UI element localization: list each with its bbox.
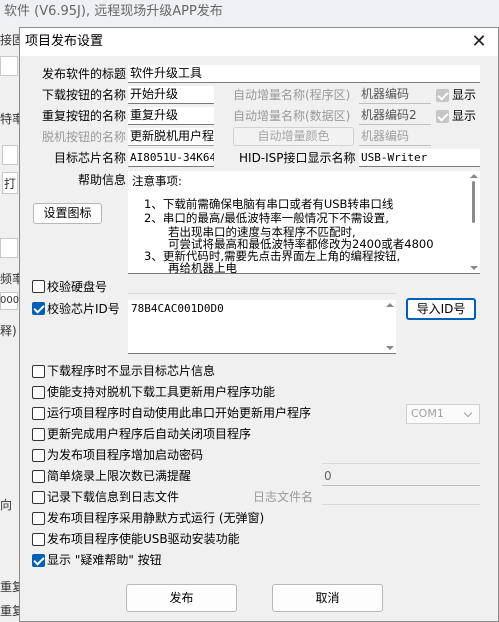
option-log-file-checkbox[interactable] [32, 491, 45, 504]
verify-disk-checkbox[interactable] [32, 280, 45, 293]
help-info-textarea[interactable]: 注意事项: 1、下载前需确保电脑有串口或者有USB转串口线 2、串口的最高/最低… [128, 171, 480, 275]
close-icon[interactable]: ✕ [466, 28, 492, 56]
cancel-button[interactable]: 取消 [272, 584, 383, 612]
log-file-name-label: 日志文件名 [253, 490, 314, 504]
option-auto-close-checkbox[interactable] [32, 428, 45, 441]
option-offline-update-label: 使能支持对脱机下载工具更新用户程序功能 [47, 385, 276, 399]
scroll-down-icon[interactable] [386, 346, 394, 350]
help-line: 再给机器上电 [168, 261, 237, 275]
option-usb-driver-checkbox[interactable] [32, 533, 45, 546]
com-port-select[interactable]: COM1 [406, 404, 480, 424]
offline-button-name-label: 脱机按钮的名称 [41, 130, 126, 144]
chip-id-scrollbar[interactable] [384, 300, 396, 353]
show-program-checkbox[interactable] [436, 89, 449, 102]
option-startup-password-checkbox[interactable] [32, 449, 45, 462]
bg-fragment-6: 释) [0, 324, 17, 338]
chevron-down-icon [463, 408, 473, 418]
startup-password-field [322, 448, 480, 464]
scroll-up-icon[interactable] [386, 303, 394, 307]
bg-combo-2 [0, 238, 18, 258]
verify-disk-label: 校验硬盘号 [47, 280, 108, 294]
auto-increment-program-label: 自动增量名称(程序区) [233, 88, 351, 102]
burn-limit-input[interactable]: 0 [322, 468, 480, 486]
option-show-help-label: 显示 "疑难帮助" 按钮 [47, 553, 162, 567]
option-auto-serial-label: 运行项目程序时自动使用此串口开始更新用户程序 [47, 406, 312, 420]
parent-window-title: 软件 (V6.95J), 远程现场升级APP发布 [0, 0, 499, 24]
option-burn-limit-label: 简单烧录上限次数已满提醒 [47, 469, 192, 483]
option-silent-mode-checkbox[interactable] [32, 512, 45, 525]
auto-increment-data-label: 自动增量名称(数据区) [233, 109, 351, 123]
verify-chip-id-checkbox[interactable] [32, 302, 45, 315]
auto-increment-color-input[interactable]: 机器编码 [359, 128, 431, 146]
option-burn-limit-checkbox[interactable] [32, 470, 45, 483]
chip-id-textarea[interactable]: 78B4CAC001D0D0 [128, 300, 396, 354]
download-button-name-label: 下载按钮的名称 [41, 88, 126, 102]
com-port-value: COM1 [411, 407, 444, 420]
set-icon-button[interactable]: 设置图标 [33, 203, 102, 224]
target-chip-input[interactable]: AI8051U-34K64 [128, 149, 214, 167]
help-line: 注意事项: [132, 174, 182, 188]
repeat-button-name-label: 重复按钮的名称 [41, 109, 126, 123]
option-auto-close-label: 更新完成用户程序后自动关闭项目程序 [47, 427, 252, 441]
software-title-input[interactable]: 软件升级工具 [128, 65, 480, 83]
bg-button [2, 145, 18, 165]
target-chip-label: 目标芯片名称 [53, 151, 126, 165]
bg-combo [0, 56, 18, 76]
log-file-name-input[interactable] [322, 489, 480, 505]
publish-button[interactable]: 发布 [126, 584, 237, 612]
hid-display-name-label: HID-ISP接口显示名称 [239, 151, 356, 165]
scroll-up-icon[interactable] [470, 174, 478, 178]
auto-increment-program-input[interactable]: 机器编码 [359, 86, 431, 104]
option-usb-driver-label: 发布项目程序使能USB驱动安装功能 [47, 532, 240, 546]
option-show-help-checkbox[interactable] [32, 554, 45, 567]
download-button-name-input[interactable]: 开始升级 [128, 86, 214, 104]
option-startup-password-label: 为发布项目程序增加启动密码 [47, 448, 204, 462]
option-auto-serial-checkbox[interactable] [32, 407, 45, 420]
option-offline-update-checkbox[interactable] [32, 386, 45, 399]
bg-fragment-3: 打 [4, 177, 17, 191]
project-publish-dialog: 项目发布设置 ✕ 发布软件的标题 软件升级工具 下载按钮的名称 开始升级 自动增… [19, 27, 499, 622]
dialog-title: 项目发布设置 [20, 28, 498, 56]
show-program-label: 显示 [452, 88, 477, 102]
show-data-checkbox[interactable] [436, 110, 449, 123]
bg-fragment-5: 000 [0, 295, 20, 306]
help-scrollbar[interactable] [468, 171, 480, 273]
option-hide-chip-info-label: 下载程序时不显示目标芯片信息 [47, 364, 216, 378]
help-info-label: 帮助信息 [77, 173, 126, 187]
offline-button-name-input[interactable]: 更新脱机用户程 [128, 128, 214, 146]
verify-disk-field [128, 280, 396, 294]
option-hide-chip-info-checkbox[interactable] [32, 365, 45, 378]
repeat-button-name-input[interactable]: 重复升级 [128, 107, 214, 125]
chip-id-value: 78B4CAC001D0D0 [131, 302, 224, 315]
help-line: 1、下载前需确保电脑有串口或者有USB转串口线 [144, 197, 394, 211]
import-id-button[interactable]: 导入ID号 [406, 298, 476, 320]
option-log-file-label: 记录下载信息到日志文件 [47, 490, 180, 504]
help-line: 2、串口的最高/最低波特率一般情况下不需设置, [144, 211, 389, 225]
scroll-thumb[interactable] [472, 181, 475, 223]
hid-display-name-input[interactable]: USB-Writer [359, 149, 480, 167]
software-title-label: 发布软件的标题 [41, 67, 126, 81]
show-data-label: 显示 [452, 109, 477, 123]
option-silent-mode-label: 发布项目程序采用静默方式运行 (无弹窗) [47, 511, 265, 525]
auto-increment-data-input[interactable]: 机器编码2 [359, 107, 431, 125]
scroll-down-icon[interactable] [470, 266, 478, 270]
bg-fragment-7: 向 [0, 498, 13, 512]
verify-chip-id-label: 校验芯片ID号 [47, 302, 120, 316]
auto-increment-color-button[interactable]: 自动增量颜色 [233, 127, 354, 146]
